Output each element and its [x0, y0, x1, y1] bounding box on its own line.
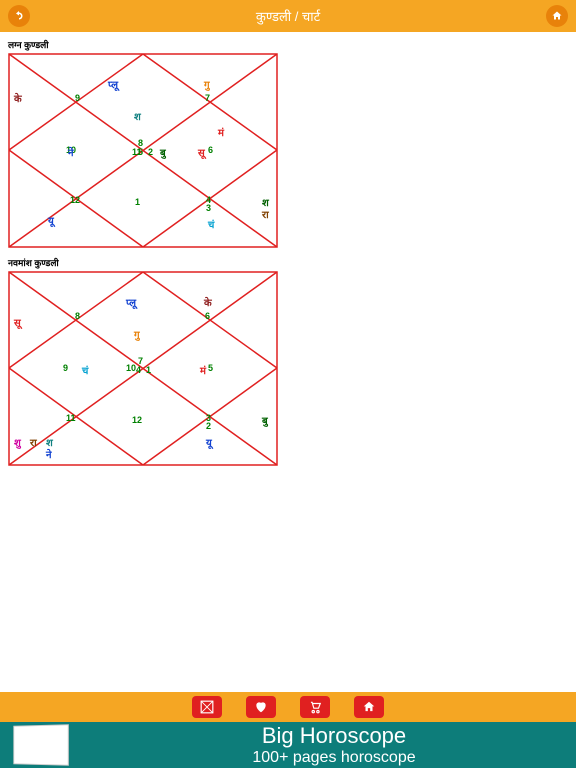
content-area: लग्न कुण्डली 8 9 7 10 5 2 6 12 1 4 11 3 … — [0, 32, 576, 692]
planet-gu: गु — [134, 327, 140, 341]
planet-plu: प्लू — [108, 77, 118, 91]
kundli-icon — [199, 700, 215, 714]
home-icon — [551, 10, 563, 22]
planet-plu: प्लू — [126, 295, 136, 309]
ad-title: Big Horoscope — [92, 723, 576, 749]
planet-ne: ने — [46, 447, 52, 461]
planet-shu: शु — [14, 435, 21, 449]
heart-icon — [253, 700, 269, 714]
planet-cha: चं — [82, 363, 88, 377]
back-icon — [13, 10, 25, 22]
planet-su: सू — [198, 145, 205, 159]
bottom-toolbar — [0, 692, 576, 722]
lagna-chart-label: लग्न कुण्डली — [8, 38, 568, 51]
header: कुण्डली / चार्ट — [0, 0, 576, 32]
planet-su: सू — [14, 315, 21, 329]
header-title: कुण्डली / चार्ट — [256, 7, 320, 25]
ad-book-image — [12, 722, 92, 768]
planet-ke: के — [14, 91, 22, 105]
chart-nav-button[interactable] — [192, 696, 222, 718]
planet-yu: यू — [206, 435, 212, 449]
ad-subtitle: 100+ pages horoscope — [92, 749, 576, 767]
planet-ne: ने — [68, 145, 74, 159]
ad-text: Big Horoscope 100+ pages horoscope — [92, 723, 576, 767]
home-icon — [361, 700, 377, 714]
navamsa-chart-label: नवमांश कुण्डली — [8, 256, 568, 269]
planet-ra: रा — [30, 435, 37, 449]
cart-icon — [307, 700, 323, 714]
home-nav-button[interactable] — [354, 696, 384, 718]
back-button[interactable] — [8, 5, 30, 27]
navamsa-kundli-chart: 7 8 6 9 4 1 5 11 12 3 10 2 प्लू के सू गु… — [8, 271, 278, 466]
planet-cha: चं — [208, 217, 214, 231]
planet-gu: गु — [204, 77, 210, 91]
ad-banner[interactable]: Big Horoscope 100+ pages horoscope — [0, 722, 576, 768]
planet-ra: रा — [262, 207, 269, 221]
planet-ma: मं — [200, 363, 206, 377]
planet-bu: बु — [160, 145, 166, 159]
favorite-button[interactable] — [246, 696, 276, 718]
planet-sha: श — [134, 109, 141, 123]
planet-yu: यू — [48, 213, 54, 227]
lagna-kundli-chart: 8 9 7 10 5 2 6 12 1 4 11 3 प्लू गु के श … — [8, 53, 278, 248]
shop-button[interactable] — [300, 696, 330, 718]
planet-ke: के — [204, 295, 212, 309]
home-button[interactable] — [546, 5, 568, 27]
planet-ma: मं — [218, 125, 224, 139]
planet-bu: बु — [262, 413, 268, 427]
